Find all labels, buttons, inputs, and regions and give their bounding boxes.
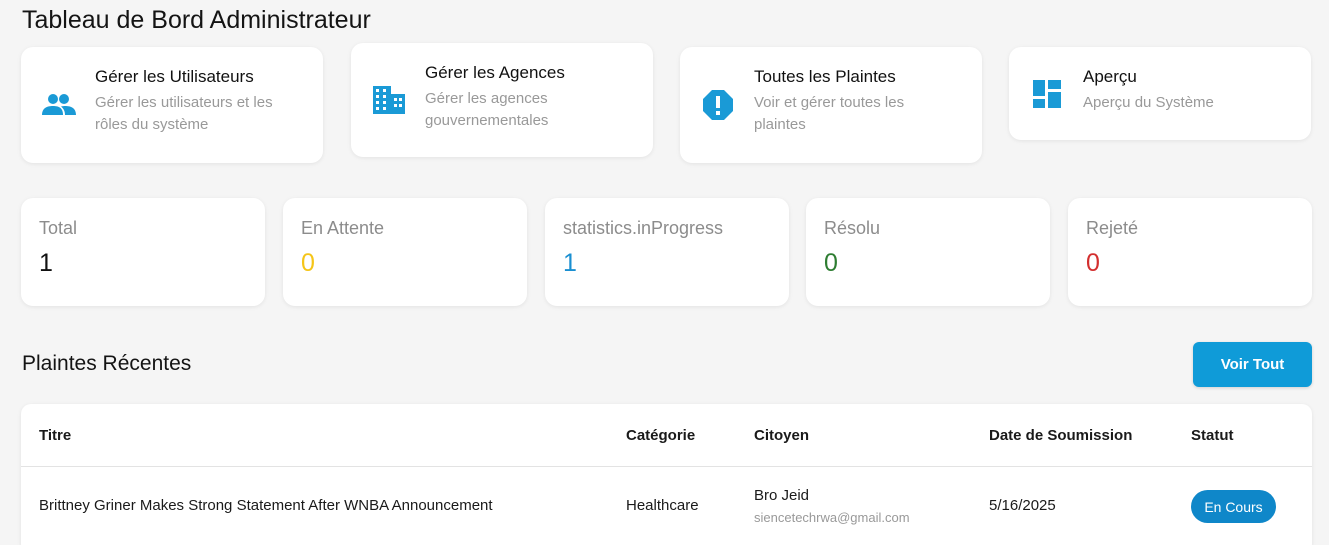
people-icon bbox=[41, 87, 77, 123]
stat-total-value: 1 bbox=[39, 249, 53, 277]
stat-in-progress-card: statistics.inProgress 1 bbox=[545, 198, 789, 306]
stat-pending-card: En Attente 0 bbox=[283, 198, 527, 306]
manage-users-card[interactable]: Gérer les Utilisateurs Gérer les utilisa… bbox=[21, 47, 323, 163]
status-badge: En Cours bbox=[1191, 490, 1276, 523]
header-divider bbox=[21, 466, 1312, 467]
all-complaints-description: Voir et gérer toutes les plaintes bbox=[754, 94, 905, 133]
complaint-title-cell[interactable]: Brittney Griner Makes Strong Statement A… bbox=[39, 497, 493, 514]
all-complaints-title: Toutes les Plaintes bbox=[754, 67, 896, 86]
column-header-date[interactable]: Date de Soumission bbox=[989, 427, 1132, 444]
recent-complaints-title: Plaintes Récentes bbox=[22, 352, 192, 375]
stat-resolved-card: Résolu 0 bbox=[806, 198, 1050, 306]
complaint-category-cell: Healthcare bbox=[626, 497, 699, 514]
stat-total-label: Total bbox=[39, 218, 78, 238]
stat-pending-label: En Attente bbox=[301, 218, 385, 238]
column-header-status[interactable]: Statut bbox=[1191, 427, 1234, 444]
view-all-button[interactable]: Voir Tout bbox=[1193, 342, 1312, 387]
stat-rejected-label: Rejeté bbox=[1086, 218, 1139, 238]
submission-date-cell: 5/16/2025 bbox=[989, 497, 1056, 514]
stat-in-progress-value: 1 bbox=[563, 249, 577, 277]
all-complaints-card[interactable]: Toutes les Plaintes Voir et gérer toutes… bbox=[680, 47, 982, 163]
overview-description: Aperçu du Système bbox=[1083, 94, 1214, 111]
manage-users-description: Gérer les utilisateurs et les rôles du s… bbox=[95, 94, 273, 133]
manage-users-title: Gérer les Utilisateurs bbox=[95, 67, 254, 86]
manage-agencies-card[interactable]: Gérer les Agences Gérer les agences gouv… bbox=[351, 43, 653, 157]
citizen-email-cell: siencetechrwa@gmail.com bbox=[754, 510, 910, 525]
stat-resolved-value: 0 bbox=[824, 249, 838, 277]
stat-rejected-card: Rejeté 0 bbox=[1068, 198, 1312, 306]
dashboard-icon bbox=[1029, 76, 1065, 112]
complaints-table: Titre Catégorie Citoyen Date de Soumissi… bbox=[21, 404, 1312, 545]
stat-pending-value: 0 bbox=[301, 249, 315, 277]
manage-agencies-description: Gérer les agences gouvernementales bbox=[425, 90, 549, 129]
citizen-name-cell: Bro Jeid bbox=[754, 487, 810, 504]
overview-title: Aperçu bbox=[1083, 67, 1137, 86]
stat-total-card: Total 1 bbox=[21, 198, 265, 306]
page-title: Tableau de Bord Administrateur bbox=[22, 6, 371, 34]
column-header-category[interactable]: Catégorie bbox=[626, 427, 695, 444]
stat-in-progress-label: statistics.inProgress bbox=[563, 218, 724, 238]
building-icon bbox=[371, 82, 407, 118]
stat-resolved-label: Résolu bbox=[824, 218, 881, 238]
stat-rejected-value: 0 bbox=[1086, 249, 1100, 277]
manage-agencies-title: Gérer les Agences bbox=[425, 63, 565, 82]
column-header-title[interactable]: Titre bbox=[39, 427, 71, 444]
alert-icon bbox=[700, 87, 736, 123]
overview-card[interactable]: Aperçu Aperçu du Système bbox=[1009, 47, 1311, 140]
column-header-citizen[interactable]: Citoyen bbox=[754, 427, 809, 444]
